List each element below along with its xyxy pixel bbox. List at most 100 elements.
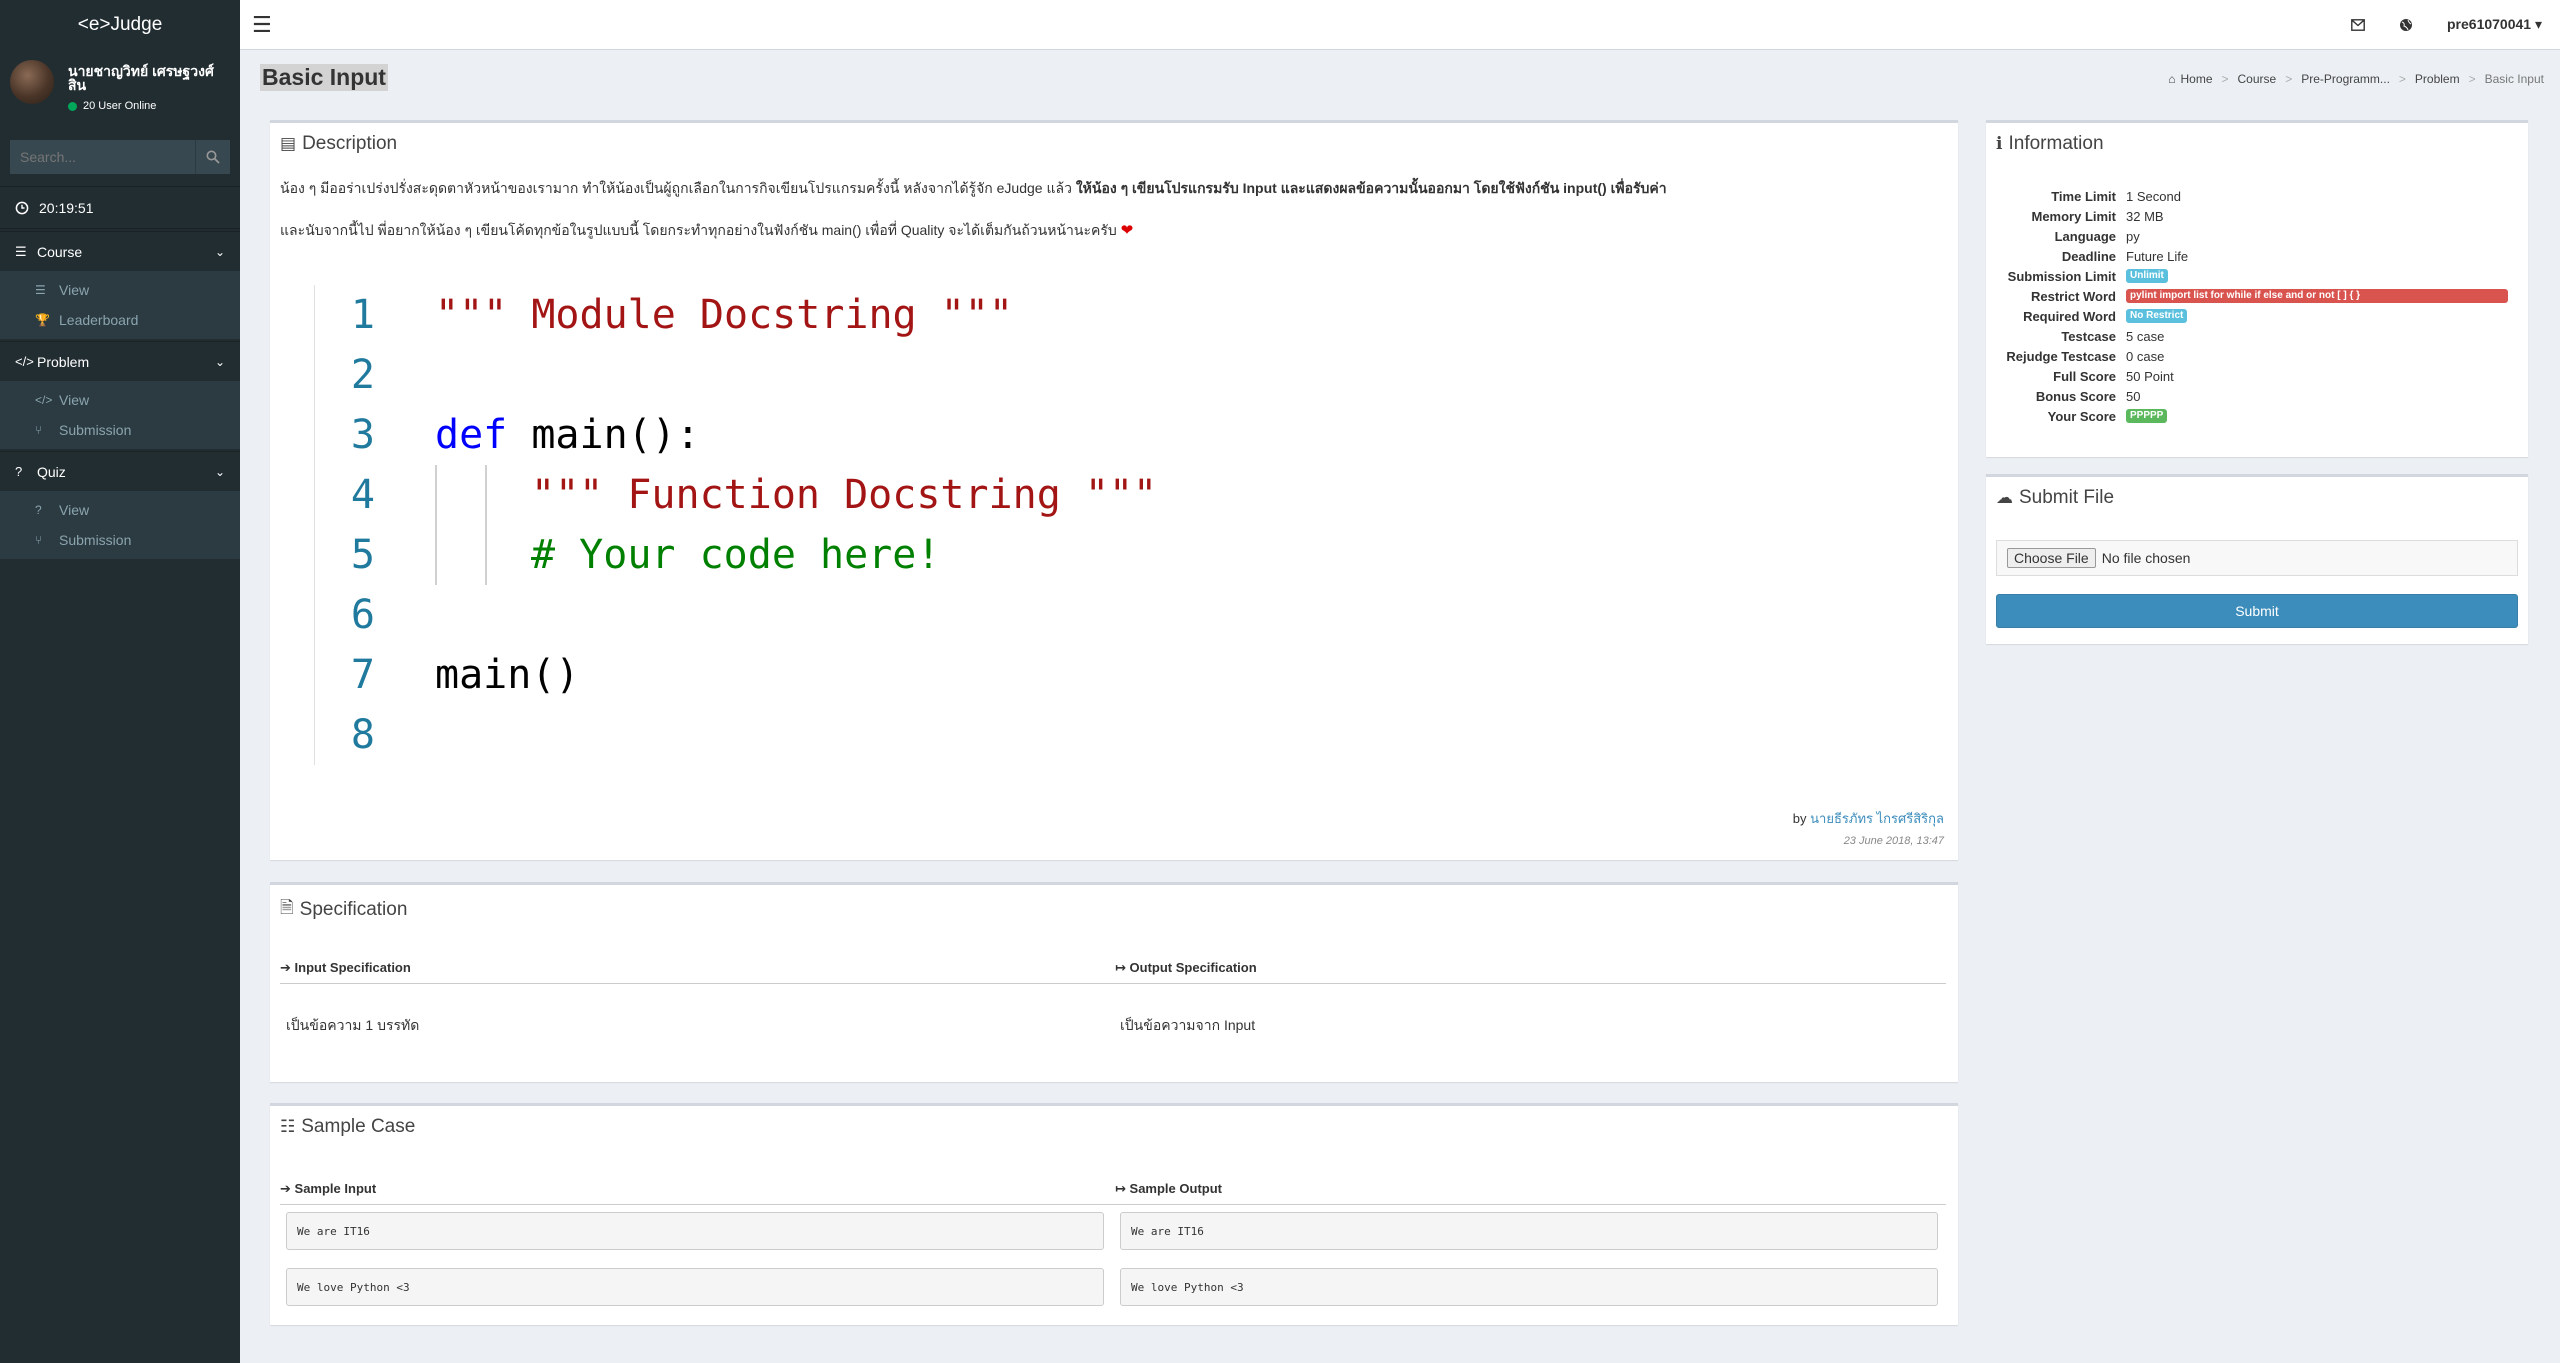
submit-button[interactable]: Submit [1996, 594, 2518, 628]
breadcrumb-problem[interactable]: Problem [2415, 72, 2460, 86]
info-label: Time Limit [2051, 188, 2116, 204]
info-label: Language [2054, 228, 2116, 244]
output-spec-label: Output Specification [1129, 960, 1257, 975]
info-row-time-limit: Time Limit 1 Second [1986, 186, 2526, 206]
sidebar-item-label: Submission [59, 532, 132, 548]
breadcrumb-home[interactable]: Home [2180, 72, 2212, 86]
file-input[interactable]: Choose File No file chosen [1996, 540, 2518, 576]
author-link[interactable]: นายธีรภัทร ไกรศรีสิริกุล [1810, 811, 1944, 826]
clock: 20:19:51 [0, 186, 240, 229]
envelope-icon[interactable] [2351, 18, 2365, 31]
sidebar-section-course[interactable]: ☰ Course ⌄ [0, 231, 240, 271]
submenu-course: ☰ View 🏆 Leaderboard [0, 271, 240, 339]
info-value: 0 case [2126, 348, 2165, 364]
sidebar-item-problem-submission[interactable]: ⑂ Submission [0, 415, 240, 445]
sidebar-item-label: View [59, 502, 90, 518]
choose-file-button[interactable]: Choose File [2007, 548, 2096, 568]
output-spec-value: เป็นข้อความจาก Input [1120, 1017, 1256, 1033]
info-value: Future Life [2126, 248, 2189, 264]
branch-icon: ⑂ [35, 423, 43, 437]
information-title: Information [2008, 133, 2104, 154]
user-name: นายชาญวิทย์ เศรษฐวงศ์สิน [68, 63, 214, 93]
search-icon [206, 150, 220, 164]
breadcrumb-current: Basic Input [2484, 72, 2544, 86]
globe-icon[interactable] [2399, 18, 2413, 32]
sample-input-2: We love Python <3 [286, 1268, 1104, 1306]
restrict-word-badge: pylint import list for while if else and… [2126, 289, 2508, 303]
line-number: 3 [350, 412, 375, 458]
info-row-full-score: Full Score 50 Point [1986, 366, 2526, 386]
specification-box: 🗎 Specification ➔ Input Specification ↦ … [270, 882, 1958, 1082]
info-row-submission-limit: Submission Limit Unlimit [1986, 266, 2526, 286]
online-status: 20 User Online [68, 100, 230, 112]
sample-output-1: We are IT16 [1120, 1212, 1938, 1250]
code-func-sig: main(): [507, 412, 700, 458]
user-menu[interactable]: pre61070041 ▾ [2447, 16, 2542, 33]
output-spec-title: ↦ Output Specification [1115, 960, 1257, 976]
sidebar-item-label: Submission [59, 422, 132, 438]
search-button[interactable] [195, 140, 230, 174]
line-number: 4 [350, 472, 375, 518]
info-icon: i [1996, 134, 2003, 154]
list-alt-icon: ▤ [280, 134, 297, 153]
clock-time: 20:19:51 [39, 199, 94, 216]
user-menu-label: pre61070041 [2447, 16, 2532, 32]
trophy-icon: 🏆 [35, 313, 50, 327]
info-row-restrict-word: Restrict Word pylint import list for whil… [1986, 286, 2526, 306]
avatar [10, 60, 54, 104]
sidebar-search [10, 140, 230, 174]
sidebar-section-problem[interactable]: </> Problem ⌄ [0, 341, 240, 381]
info-label: Submission Limit [2007, 268, 2116, 284]
submission-limit-badge: Unlimit [2126, 269, 2168, 283]
heart-icon: ❤ [1120, 222, 1134, 239]
sample-case-box: ☷ Sample Case ➔ Sample Input ↦ Sample Ou… [270, 1103, 1958, 1325]
info-label: Testcase [2061, 328, 2116, 344]
specification-header: 🗎 Specification [270, 885, 1958, 934]
breadcrumb-course[interactable]: Course [2238, 72, 2277, 86]
input-spec-label: Input Specification [294, 960, 411, 975]
sample-case-title: Sample Case [301, 1116, 416, 1137]
description-line1: น้อง ๆ มีออร่าเปร่งปรั่งสะดุดตาหัวหน้าขอ… [280, 180, 1076, 196]
clock-icon [15, 201, 29, 214]
sidebar-item-label: View [59, 282, 90, 298]
list-icon: ☰ [15, 243, 27, 259]
sample-input-label: Sample Input [294, 1181, 377, 1196]
chevron-down-icon: ⌄ [214, 354, 225, 369]
sidebar-item-quiz-submission[interactable]: ⑂ Submission [0, 525, 240, 555]
sidebar-item-label: View [59, 392, 90, 408]
code-line-5: # Your code here! [531, 532, 941, 578]
sidebar-section-quiz[interactable]: ? Quiz ⌄ [0, 451, 240, 491]
code-example: 1 """ Module Docstring """ 2 3 def main():… [314, 285, 1514, 765]
app-logo[interactable]: <e>Judge [0, 0, 240, 50]
sample-output-title: ↦ Sample Output [1115, 1181, 1222, 1197]
code-icon: </> [35, 393, 53, 407]
info-label: Rejudge Testcase [2006, 348, 2116, 364]
code-line-3: def main(): [435, 405, 700, 465]
code-line-1: """ Module Docstring """ [435, 292, 1013, 338]
sample-input-title: ➔ Sample Input [280, 1181, 376, 1197]
code-line-7: main() [435, 652, 580, 698]
line-number: 5 [350, 532, 375, 578]
hamburger-menu-icon[interactable]: ☰ [252, 12, 272, 38]
sidebar-item-problem-view[interactable]: </> View [0, 385, 240, 415]
your-score-badge: PPPPP [2126, 409, 2168, 423]
sidebar-item-leaderboard[interactable]: 🏆 Leaderboard [0, 305, 240, 335]
code-keyword: def [435, 412, 508, 458]
breadcrumb-course-name[interactable]: Pre-Programm... [2301, 72, 2390, 86]
chevron-down-icon: ⌄ [214, 464, 225, 479]
description-title: Description [302, 133, 398, 154]
search-input[interactable] [10, 140, 195, 174]
file-status: No file chosen [2101, 550, 2191, 566]
input-spec-value: เป็นข้อความ 1 บรรทัด [286, 1017, 420, 1033]
author-byline: by นายธีรภัทร ไกรศรีสิริกุล 23 June 2018… [1793, 808, 1944, 847]
question-icon: ? [15, 464, 23, 479]
input-spec-title: ➔ Input Specification [280, 960, 411, 976]
sidebar-item-quiz-view[interactable]: ? View [0, 495, 240, 525]
info-label: Bonus Score [2035, 388, 2116, 404]
sample-output-2: We love Python <3 [1120, 1268, 1938, 1306]
main-content: Basic Input ⌂ Home > Course > Pre-Progra… [240, 50, 2560, 1363]
sidebar-item-course-view[interactable]: ☰ View [0, 275, 240, 305]
sidebar-section-label: Problem [37, 353, 90, 370]
page-title: Basic Input [260, 64, 388, 91]
description-header: ▤ Description [270, 123, 1958, 165]
